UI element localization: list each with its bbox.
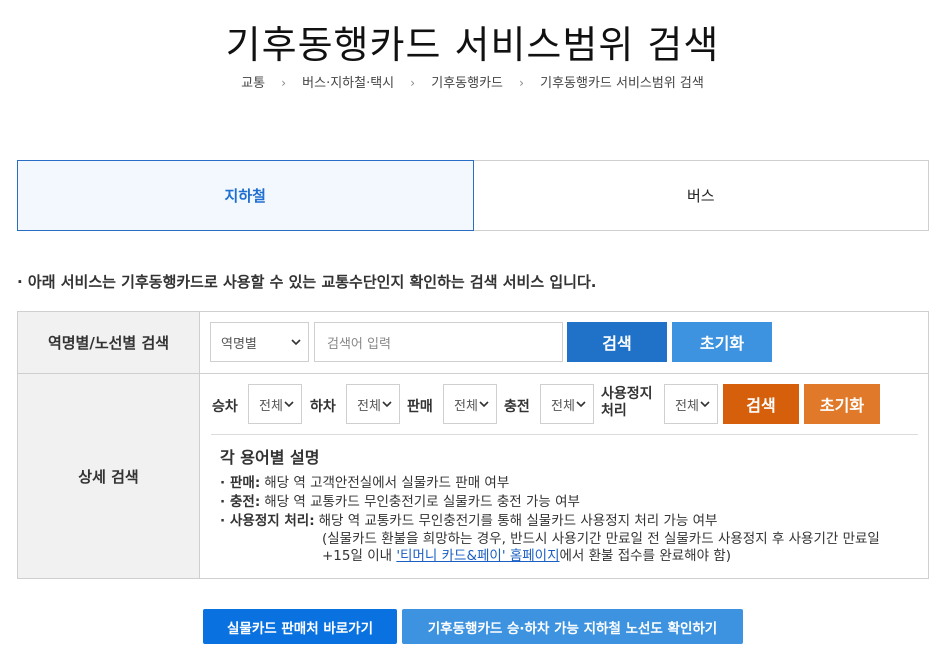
detail-search-label: 상세 검색 <box>18 374 200 578</box>
tmoney-homepage-link[interactable]: '티머니 카드&페이' 홈페이지 <box>396 548 559 564</box>
detail-search-row: 상세 검색 승차 전체 하차 전체 판매 전체 충전 전체 사용정지 처리 전체… <box>18 374 928 578</box>
breadcrumb-item-card[interactable]: 기후동행카드 <box>431 72 503 91</box>
chevron-right-icon: › <box>281 76 287 90</box>
filter-board-value: 전체 <box>259 398 283 414</box>
divider <box>211 434 918 435</box>
filter-alight-value: 전체 <box>357 398 381 414</box>
search-type-select[interactable]: 역명별 <box>210 322 309 362</box>
filter-sale-select[interactable]: 전체 <box>443 384 497 424</box>
filter-label-sale: 판매 <box>407 399 433 415</box>
subway-route-map-button[interactable]: 기후동행카드 승·하차 가능 지하철 노선도 확인하기 <box>402 609 743 644</box>
glossary-item: · 사용정지 처리: 해당 역 교통카드 무인충전기를 통해 실물카드 사용정지… <box>220 512 920 531</box>
glossary-item: · 충전: 해당 역 교통카드 무인충전기로 실물카드 충전 가능 여부 <box>220 493 920 512</box>
bullet: · <box>220 513 226 529</box>
notice-text: · 아래 서비스는 기후동행카드로 사용할 수 있는 교통수단인지 확인하는 검… <box>17 273 597 291</box>
reset-button[interactable]: 초기화 <box>672 322 772 362</box>
glossary-note-line1: (실물카드 환불을 희망하는 경우, 반드시 사용기간 만료일 전 실물카드 사… <box>322 531 880 547</box>
filter-label-charge: 충전 <box>504 399 530 415</box>
filter-suspend-value: 전체 <box>675 398 699 414</box>
chevron-right-icon: › <box>519 76 524 90</box>
glossary-text-sale: 해당 역 고객안전실에서 실물카드 판매 여부 <box>264 475 510 491</box>
glossary-text-charge: 해당 역 교통카드 무인충전기로 실물카드 충전 가능 여부 <box>264 494 580 510</box>
chevron-right-icon: › <box>410 76 416 90</box>
glossary-note-line2: +15일 이내 '티머니 카드&페이' 홈페이지에서 환불 접수를 완료해야 함… <box>220 548 920 565</box>
chevron-down-icon <box>382 401 392 408</box>
breadcrumb-item-transit[interactable]: 버스·지하철·택시 <box>302 72 394 91</box>
card-sales-location-button[interactable]: 실물카드 판매처 바로가기 <box>203 609 397 644</box>
station-search-label: 역명별/노선별 검색 <box>18 312 200 373</box>
filter-label-board: 승차 <box>212 399 238 415</box>
search-input[interactable]: 검색어 입력 <box>314 322 563 362</box>
chevron-down-icon <box>284 401 294 408</box>
chevron-down-icon <box>576 401 586 408</box>
filter-suspend-select[interactable]: 전체 <box>664 384 718 424</box>
filter-charge-select[interactable]: 전체 <box>540 384 594 424</box>
tab-subway[interactable]: 지하철 <box>17 160 474 231</box>
filter-board-select[interactable]: 전체 <box>248 384 302 424</box>
detail-search-button[interactable]: 검색 <box>723 384 799 424</box>
chevron-down-icon <box>700 401 710 408</box>
glossary-note-post: 에서 환불 접수를 완료해야 함) <box>559 548 731 564</box>
glossary-term-sale: 판매: <box>230 475 261 491</box>
filter-label-alight: 하차 <box>310 399 336 415</box>
filter-charge-value: 전체 <box>551 398 575 414</box>
chevron-down-icon <box>479 401 489 408</box>
glossary-text-suspend: 해당 역 교통카드 무인충전기를 통해 실물카드 사용정지 처리 가능 여부 <box>318 513 718 529</box>
filter-alight-select[interactable]: 전체 <box>346 384 400 424</box>
tab-bar: 지하철 버스 <box>17 160 929 231</box>
station-search-row: 역명별/노선별 검색 역명별 검색어 입력 검색 초기화 <box>18 312 928 374</box>
glossary-term-suspend: 사용정지 처리: <box>230 513 315 529</box>
page-title: 기후동행카드 서비스범위 검색 <box>225 23 720 67</box>
bullet: · <box>220 475 226 491</box>
glossary: 각 용어별 설명 · 판매: 해당 역 고객안전실에서 실물카드 판매 여부 ·… <box>220 444 920 565</box>
glossary-term-charge: 충전: <box>230 494 261 510</box>
chevron-down-icon <box>291 339 301 346</box>
search-button[interactable]: 검색 <box>567 322 667 362</box>
filter-label-suspend: 사용정지 처리 <box>601 386 653 419</box>
search-type-value: 역명별 <box>221 336 257 352</box>
filter-sale-value: 전체 <box>454 398 478 414</box>
breadcrumb: 교통 › 버스·지하철·택시 › 기후동행카드 › 기후동행카드 서비스범위 검… <box>0 72 945 91</box>
search-table: 역명별/노선별 검색 역명별 검색어 입력 검색 초기화 상세 검색 승차 전체… <box>17 311 929 579</box>
breadcrumb-item-current: 기후동행카드 서비스범위 검색 <box>540 76 704 91</box>
glossary-title: 각 용어별 설명 <box>220 448 320 467</box>
breadcrumb-item-traffic[interactable]: 교통 <box>241 72 265 91</box>
bullet: · <box>220 494 226 510</box>
glossary-item: · 판매: 해당 역 고객안전실에서 실물카드 판매 여부 <box>220 474 920 493</box>
detail-reset-button[interactable]: 초기화 <box>804 384 880 424</box>
glossary-note-pre: +15일 이내 <box>322 548 397 564</box>
tab-bus[interactable]: 버스 <box>474 161 929 230</box>
search-input-placeholder: 검색어 입력 <box>327 336 391 352</box>
